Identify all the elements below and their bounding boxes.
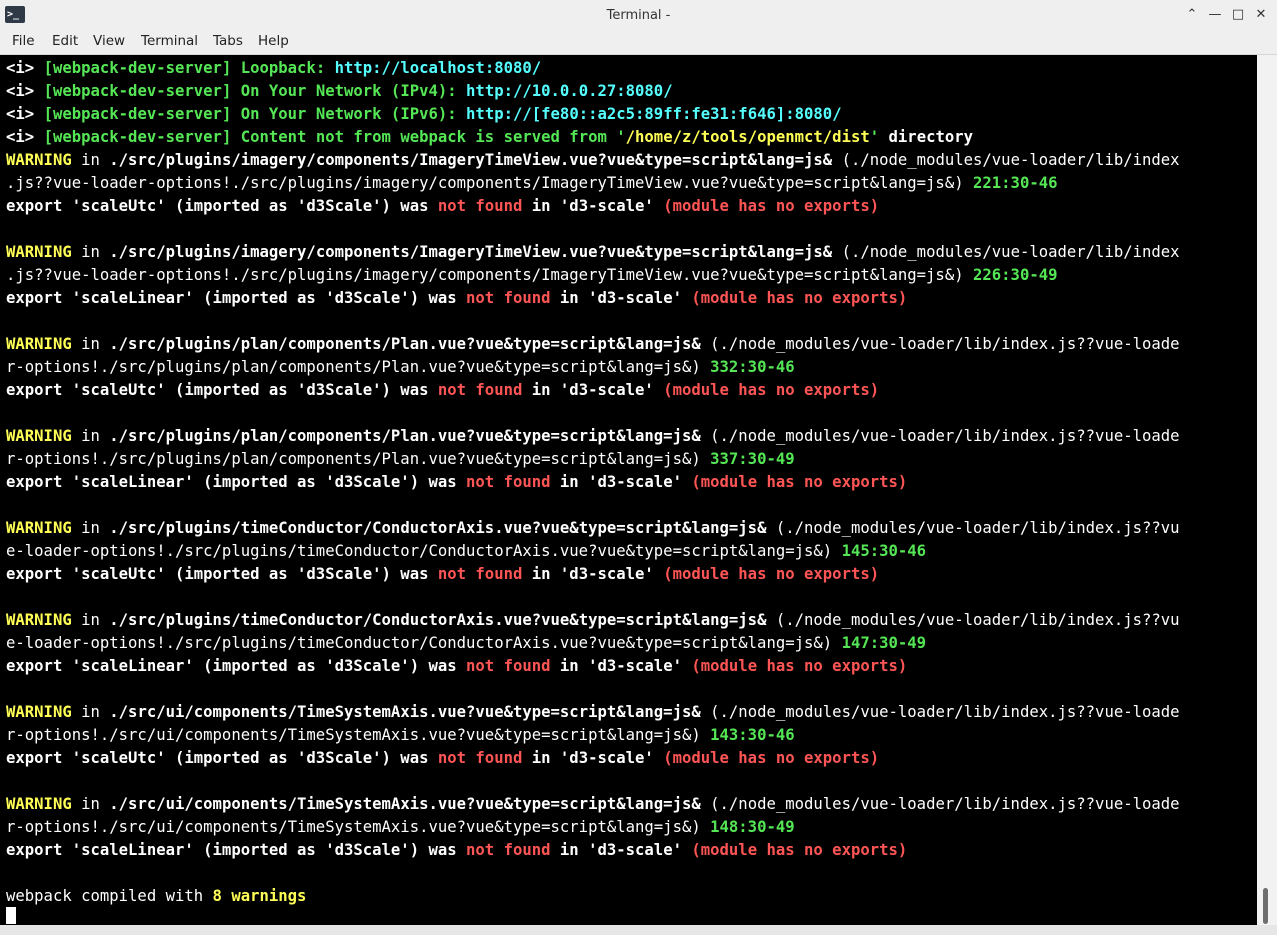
warning-line: .js??vue-loader-options!./src/plugins/im… [6, 266, 1058, 284]
export-line: export 'scaleUtc' (imported as 'd3Scale'… [6, 565, 880, 583]
warning-line: WARNING in ./src/plugins/timeConductor/C… [6, 611, 1180, 629]
terminal-line: <i> [webpack-dev-server] Loopback: http:… [6, 59, 542, 77]
export-line: export 'scaleLinear' (imported as 'd3Sca… [6, 289, 908, 307]
menu-terminal[interactable]: Terminal [141, 33, 198, 49]
warning-line: e-loader-options!./src/plugins/timeCondu… [6, 634, 927, 652]
menu-view[interactable]: View [93, 33, 125, 49]
export-line: export 'scaleLinear' (imported as 'd3Sca… [6, 657, 908, 675]
warning-line: WARNING in ./src/plugins/timeConductor/C… [6, 519, 1180, 537]
warning-line: WARNING in ./src/plugins/plan/components… [6, 427, 1180, 445]
warning-line: WARNING in ./src/plugins/imagery/compone… [6, 151, 1180, 169]
menu-help[interactable]: Help [258, 33, 289, 49]
menu-bar: File Edit View Terminal Tabs Help [0, 30, 1277, 55]
terminal-line: <i> [webpack-dev-server] Content not fro… [6, 128, 974, 146]
scrollbar-thumb[interactable] [1263, 888, 1268, 924]
warning-line: r-options!./src/plugins/plan/components/… [6, 450, 795, 468]
minimize-icon[interactable]: — [1206, 6, 1224, 24]
taskbar [0, 925, 1277, 935]
close-icon[interactable]: ✕ [1252, 6, 1270, 24]
warning-line: WARNING in ./src/ui/components/TimeSyste… [6, 703, 1180, 721]
warning-line: r-options!./src/ui/components/TimeSystem… [6, 726, 795, 744]
warning-line: r-options!./src/ui/components/TimeSystem… [6, 818, 795, 836]
menu-file[interactable]: File [12, 33, 35, 49]
menu-tabs[interactable]: Tabs [213, 33, 243, 49]
warning-line: r-options!./src/plugins/plan/components/… [6, 358, 795, 376]
warning-line: WARNING in ./src/ui/components/TimeSyste… [6, 795, 1180, 813]
export-line: export 'scaleUtc' (imported as 'd3Scale'… [6, 381, 880, 399]
menu-edit[interactable]: Edit [52, 33, 78, 49]
compile-summary: webpack compiled with 8 warnings [6, 887, 307, 905]
title-bar: >_ Terminal - ⌃ — □ ✕ [0, 0, 1277, 30]
export-line: export 'scaleLinear' (imported as 'd3Sca… [6, 841, 908, 859]
warning-line: WARNING in ./src/plugins/plan/components… [6, 335, 1180, 353]
warning-line: .js??vue-loader-options!./src/plugins/im… [6, 174, 1058, 192]
window-title: Terminal - [606, 8, 671, 23]
terminal-line: <i> [webpack-dev-server] On Your Network… [6, 105, 842, 123]
terminal-cursor [6, 907, 16, 924]
terminal-output[interactable]: <i> [webpack-dev-server] Loopback: http:… [0, 55, 1257, 925]
maximize-icon[interactable]: □ [1229, 6, 1247, 24]
export-line: export 'scaleUtc' (imported as 'd3Scale'… [6, 749, 880, 767]
export-line: export 'scaleLinear' (imported as 'd3Sca… [6, 473, 908, 491]
warning-line: e-loader-options!./src/plugins/timeCondu… [6, 542, 927, 560]
chevron-up-icon[interactable]: ⌃ [1183, 6, 1201, 24]
terminal-line: <i> [webpack-dev-server] On Your Network… [6, 82, 673, 100]
export-line: export 'scaleUtc' (imported as 'd3Scale'… [6, 197, 880, 215]
scrollbar[interactable] [1257, 55, 1277, 925]
warning-line: WARNING in ./src/plugins/imagery/compone… [6, 243, 1180, 261]
